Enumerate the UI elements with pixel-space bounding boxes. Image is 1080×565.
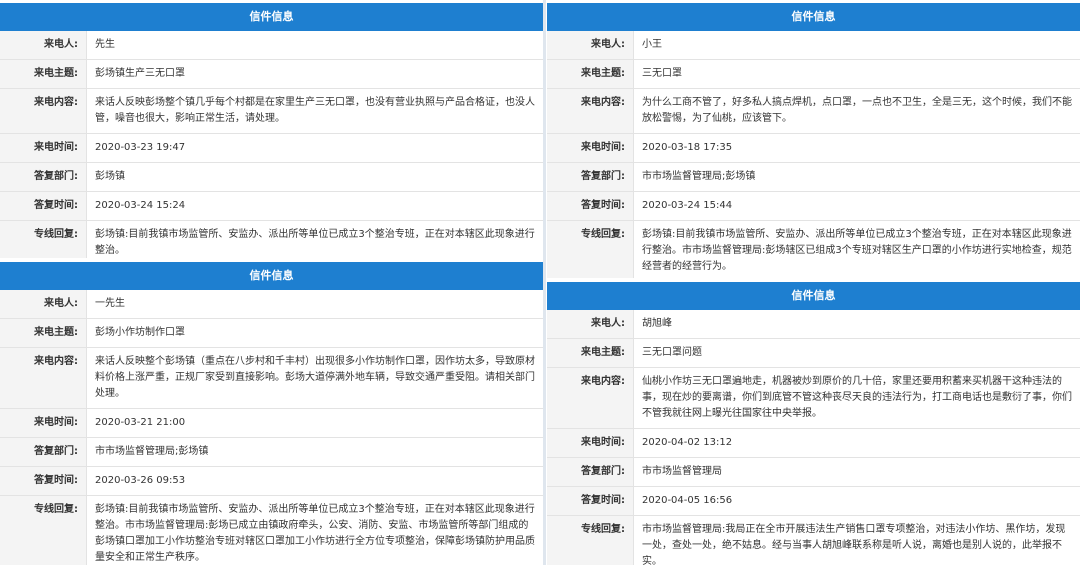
field-label: 答复时间:: [0, 466, 87, 496]
reply-dept-row: 答复部门: 市市场监督管理局: [547, 457, 1080, 487]
letter-card-1: 信件信息 来电人: 先生 来电主题: 彭场镇生产三无口罩 来电内容: 来话人反映彭场整…: [0, 3, 543, 258]
reply-dept-value: 市市场监督管理局;彭场镇: [633, 162, 1080, 192]
call-time-row: 来电时间: 2020-03-18 17:35: [547, 133, 1080, 163]
field-label: 来电时间:: [0, 133, 87, 163]
subject-row: 来电主题: 三无口罩: [547, 59, 1080, 89]
field-label: 来电主题:: [0, 59, 87, 89]
content-row: 来电内容: 为什么工商不管了，好多私人搞点焊机，点口罩，一点也不卫生，全是三无，这…: [547, 88, 1080, 134]
subject-row: 来电主题: 彭场镇生产三无口罩: [0, 59, 543, 89]
reply-time-row: 答复时间: 2020-03-24 15:24: [0, 191, 543, 221]
reply-dept-row: 答复部门: 彭场镇: [0, 162, 543, 192]
content-value: 仙桃小作坊三无口罩遍地走，机器被炒到原价的几十倍，家里还要用积蓄来买机器干这种违…: [633, 367, 1080, 429]
call-time-value: 2020-03-23 19:47: [86, 133, 543, 163]
field-label: 答复时间:: [547, 486, 634, 516]
field-label: 来电人:: [0, 31, 87, 60]
card-header: 信件信息: [547, 282, 1080, 310]
reply-dept-row: 答复部门: 市市场监督管理局;彭场镇: [0, 437, 543, 467]
content-row: 来电内容: 来话人反映整个彭场镇（重点在八步村和千丰村）出现很多小作坊制作口罩，因…: [0, 347, 543, 409]
field-label: 答复时间:: [0, 191, 87, 221]
content-value: 来话人反映彭场整个镇几乎每个村都是在家里生产三无口罩，也没有营业执照与产品合格证…: [86, 88, 543, 134]
field-label: 来电时间:: [0, 408, 87, 438]
hotline-reply-row: 专线回复: 彭场镇:目前我镇市场监管所、安监办、派出所等单位已成立3个整治专班，正…: [547, 220, 1080, 278]
reply-time-row: 答复时间: 2020-03-26 09:53: [0, 466, 543, 496]
hotline-reply-value: 彭场镇:目前我镇市场监管所、安监办、派出所等单位已成立3个整治专班，正在对本辖区…: [86, 220, 543, 258]
field-label: 专线回复:: [547, 515, 634, 565]
field-label: 来电主题:: [0, 318, 87, 348]
caller-row: 来电人: 一先生: [0, 290, 543, 319]
field-label: 来电时间:: [547, 428, 634, 458]
field-label: 来电时间:: [547, 133, 634, 163]
call-time-value: 2020-03-18 17:35: [633, 133, 1080, 163]
reply-time-value: 2020-04-05 16:56: [633, 486, 1080, 516]
field-label: 答复部门:: [0, 437, 87, 467]
subject-value: 三无口罩问题: [633, 338, 1080, 368]
field-label: 来电人:: [547, 31, 634, 60]
field-label: 来电内容:: [0, 347, 87, 409]
call-time-row: 来电时间: 2020-03-23 19:47: [0, 133, 543, 163]
reply-time-value: 2020-03-24 15:44: [633, 191, 1080, 221]
call-time-value: 2020-03-21 21:00: [86, 408, 543, 438]
field-label: 专线回复:: [0, 220, 87, 258]
field-label: 来电人:: [0, 290, 87, 319]
letter-card-4: 信件信息 来电人: 胡旭峰 来电主题: 三无口罩问题 来电内容: 仙桃小作坊三无口罩遍…: [547, 282, 1080, 565]
hotline-reply-value: 市市场监督管理局:我局正在全市开展违法生产销售口罩专项整治，对违法小作坊、黑作坊…: [633, 515, 1080, 565]
content-row: 来电内容: 仙桃小作坊三无口罩遍地走，机器被炒到原价的几十倍，家里还要用积蓄来买机…: [547, 367, 1080, 429]
caller-value: 小王: [633, 31, 1080, 60]
subject-row: 来电主题: 三无口罩问题: [547, 338, 1080, 368]
caller-row: 来电人: 小王: [547, 31, 1080, 60]
letter-card-2: 信件信息 来电人: 一先生 来电主题: 彭场小作坊制作口罩 来电内容: 来话人反映整个…: [0, 262, 543, 565]
card-header: 信件信息: [0, 262, 543, 290]
hotline-reply-value: 彭场镇:目前我镇市场监管所、安监办、派出所等单位已成立3个整治专班，正在对本辖区…: [633, 220, 1080, 278]
card-header: 信件信息: [0, 3, 543, 31]
field-label: 专线回复:: [0, 495, 87, 565]
field-label: 答复部门:: [0, 162, 87, 192]
subject-value: 彭场小作坊制作口罩: [86, 318, 543, 348]
field-label: 答复部门:: [547, 162, 634, 192]
info-table: 来电人: 胡旭峰 来电主题: 三无口罩问题 来电内容: 仙桃小作坊三无口罩遍地走，机器…: [547, 310, 1080, 565]
column-divider: [543, 0, 546, 565]
reply-time-row: 答复时间: 2020-03-24 15:44: [547, 191, 1080, 221]
reply-time-value: 2020-03-26 09:53: [86, 466, 543, 496]
hotline-reply-row: 专线回复: 彭场镇:目前我镇市场监管所、安监办、派出所等单位已成立3个整治专班，正…: [0, 220, 543, 258]
caller-row: 来电人: 胡旭峰: [547, 310, 1080, 339]
field-label: 来电内容:: [547, 367, 634, 429]
reply-dept-row: 答复部门: 市市场监督管理局;彭场镇: [547, 162, 1080, 192]
field-label: 答复部门:: [547, 457, 634, 487]
hotline-reply-row: 专线回复: 市市场监督管理局:我局正在全市开展违法生产销售口罩专项整治，对违法小作…: [547, 515, 1080, 565]
content-value: 为什么工商不管了，好多私人搞点焊机，点口罩，一点也不卫生，全是三无，这个时候，我…: [633, 88, 1080, 134]
field-label: 来电内容:: [0, 88, 87, 134]
call-time-value: 2020-04-02 13:12: [633, 428, 1080, 458]
call-time-row: 来电时间: 2020-04-02 13:12: [547, 428, 1080, 458]
reply-time-row: 答复时间: 2020-04-05 16:56: [547, 486, 1080, 516]
field-label: 来电主题:: [547, 59, 634, 89]
caller-row: 来电人: 先生: [0, 31, 543, 60]
hotline-reply-value: 彭场镇:目前我镇市场监管所、安监办、派出所等单位已成立3个整治专班，正在对本辖区…: [86, 495, 543, 565]
reply-dept-value: 市市场监督管理局: [633, 457, 1080, 487]
content-value: 来话人反映整个彭场镇（重点在八步村和千丰村）出现很多小作坊制作口罩，因作坊太多，…: [86, 347, 543, 409]
subject-value: 三无口罩: [633, 59, 1080, 89]
caller-value: 一先生: [86, 290, 543, 319]
reply-dept-value: 彭场镇: [86, 162, 543, 192]
info-table: 来电人: 先生 来电主题: 彭场镇生产三无口罩 来电内容: 来话人反映彭场整个镇几乎每…: [0, 31, 543, 258]
reply-time-value: 2020-03-24 15:24: [86, 191, 543, 221]
field-label: 专线回复:: [547, 220, 634, 278]
content-row: 来电内容: 来话人反映彭场整个镇几乎每个村都是在家里生产三无口罩，也没有营业执照与…: [0, 88, 543, 134]
reply-dept-value: 市市场监督管理局;彭场镇: [86, 437, 543, 467]
subject-value: 彭场镇生产三无口罩: [86, 59, 543, 89]
field-label: 来电人:: [547, 310, 634, 339]
caller-value: 胡旭峰: [633, 310, 1080, 339]
caller-value: 先生: [86, 31, 543, 60]
subject-row: 来电主题: 彭场小作坊制作口罩: [0, 318, 543, 348]
card-header: 信件信息: [547, 3, 1080, 31]
field-label: 来电内容:: [547, 88, 634, 134]
field-label: 答复时间:: [547, 191, 634, 221]
letter-card-3: 信件信息 来电人: 小王 来电主题: 三无口罩 来电内容: 为什么工商不管了，好多私人…: [547, 3, 1080, 278]
info-table: 来电人: 小王 来电主题: 三无口罩 来电内容: 为什么工商不管了，好多私人搞点焊机，…: [547, 31, 1080, 278]
call-time-row: 来电时间: 2020-03-21 21:00: [0, 408, 543, 438]
field-label: 来电主题:: [547, 338, 634, 368]
info-table: 来电人: 一先生 来电主题: 彭场小作坊制作口罩 来电内容: 来话人反映整个彭场镇（重…: [0, 290, 543, 565]
hotline-reply-row: 专线回复: 彭场镇:目前我镇市场监管所、安监办、派出所等单位已成立3个整治专班，正…: [0, 495, 543, 565]
